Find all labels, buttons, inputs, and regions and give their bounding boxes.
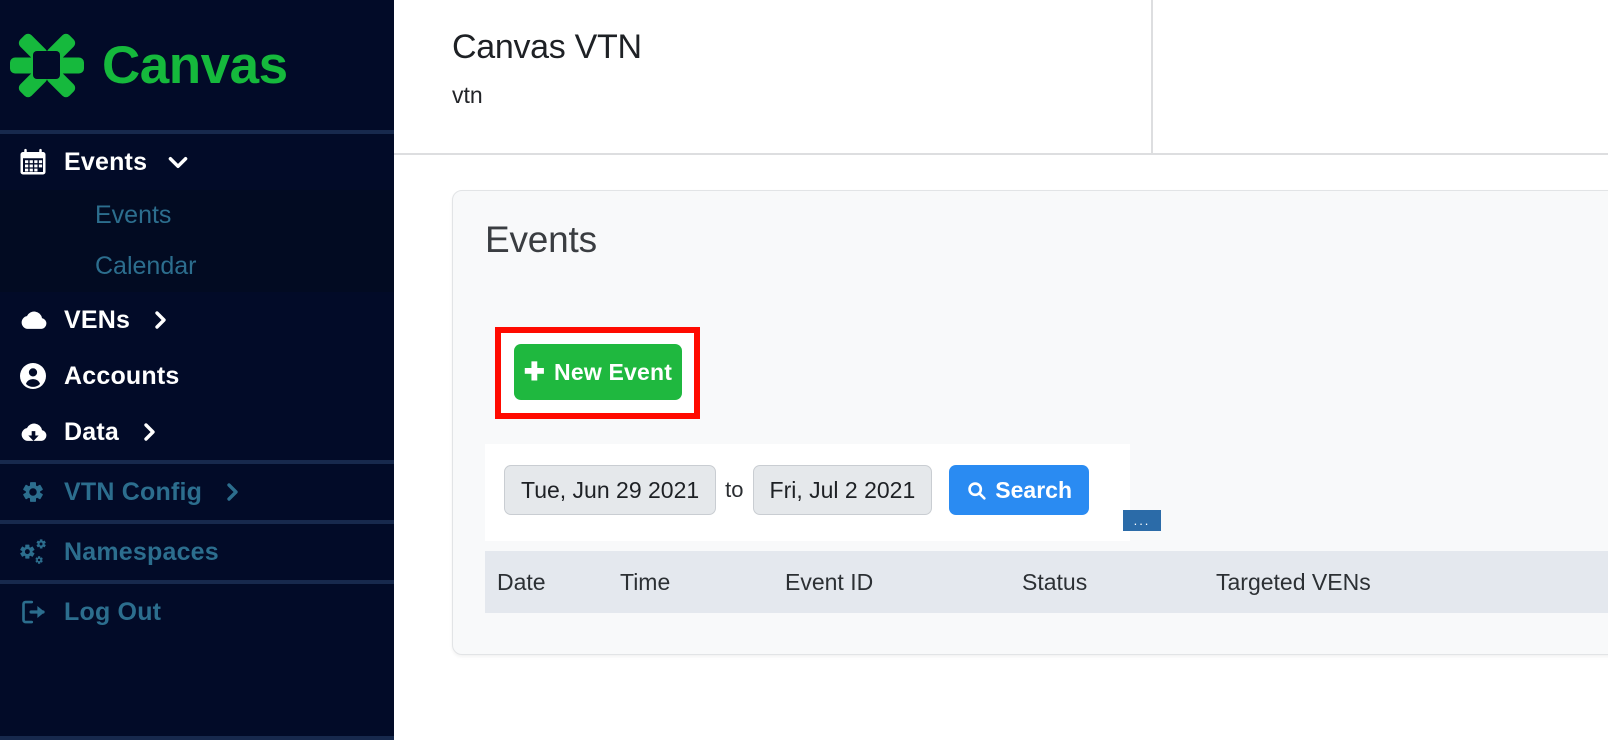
sidebar-item-label: Events — [64, 147, 148, 176]
events-card-title: Events — [485, 219, 597, 260]
column-header-time[interactable]: Time — [620, 569, 785, 596]
sidebar-separator-bottom — [0, 736, 394, 740]
column-header-targeted-vens[interactable]: Targeted VENs — [1216, 569, 1516, 596]
sidebar-item-events[interactable]: Events — [0, 134, 394, 190]
cloud-download-icon — [18, 417, 64, 448]
column-header-event-id[interactable]: Event ID — [785, 569, 1022, 596]
canvas-starburst-logo-icon — [6, 30, 88, 100]
user-circle-icon — [18, 361, 64, 391]
sidebar-item-label: VTN Config — [64, 477, 203, 506]
column-header-status[interactable]: Status — [1022, 569, 1216, 596]
events-card: Events ✚ New Event Tue, Jun 29 2021 to F… — [452, 190, 1608, 655]
new-event-button-label: New Event — [554, 358, 673, 385]
brand-name: Canvas — [102, 35, 288, 95]
sidebar-item-data[interactable]: Data — [0, 404, 394, 460]
plus-icon: ✚ — [523, 357, 546, 386]
sidebar-item-accounts[interactable]: Accounts — [0, 348, 394, 404]
app-root: Canvas Events Events Calendar VENs Accou… — [0, 0, 1608, 740]
sidebar-item-vens[interactable]: VENs — [0, 292, 394, 348]
events-table-body — [485, 613, 1608, 654]
page-title: Canvas VTN — [452, 28, 642, 66]
chevron-down-icon[interactable] — [165, 149, 191, 175]
events-table-header: Date Time Event ID Status Targeted VENs — [485, 551, 1608, 613]
header-vertical-divider — [1151, 0, 1153, 153]
sidebar-item-label: VENs — [64, 305, 131, 334]
page-header: Canvas VTN vtn — [394, 0, 1608, 155]
chevron-right-icon[interactable] — [137, 420, 161, 444]
sidebar-subitem-label: Calendar — [95, 252, 197, 280]
start-date-value: Tue, Jun 29 2021 — [521, 476, 700, 503]
search-button[interactable]: Search — [949, 465, 1089, 515]
search-button-label: Search — [995, 476, 1072, 503]
start-date-input[interactable]: Tue, Jun 29 2021 — [504, 465, 717, 515]
sidebar-subitem-calendar[interactable]: Calendar — [0, 241, 394, 292]
brand-header[interactable]: Canvas — [0, 0, 394, 130]
sidebar-item-vtn-config[interactable]: VTN Config — [0, 464, 394, 520]
logout-icon — [18, 597, 64, 627]
column-header-date[interactable]: Date — [485, 569, 620, 596]
sidebar: Canvas Events Events Calendar VENs Accou… — [0, 0, 394, 740]
page-subtitle: vtn — [452, 82, 483, 108]
sidebar-subnav-events: Events Calendar — [0, 190, 394, 292]
date-range-separator-label: to — [725, 477, 744, 502]
search-icon — [966, 480, 987, 501]
overflow-more-badge[interactable]: ... — [1123, 510, 1161, 531]
end-date-input[interactable]: Fri, Jul 2 2021 — [752, 465, 933, 515]
sidebar-item-label: Accounts — [64, 361, 180, 390]
sidebar-subitem-events[interactable]: Events — [0, 190, 394, 241]
events-filter-panel: Tue, Jun 29 2021 to Fri, Jul 2 2021 Sear… — [485, 444, 1161, 541]
sidebar-item-log-out[interactable]: Log Out — [0, 584, 394, 640]
sidebar-item-label: Log Out — [64, 597, 162, 626]
end-date-value: Fri, Jul 2 2021 — [769, 476, 916, 503]
new-event-button[interactable]: ✚ New Event — [514, 344, 682, 400]
gears-icon — [18, 536, 64, 568]
main-content: Canvas VTN vtn Events ✚ New Event Tue, J… — [394, 0, 1608, 740]
sidebar-item-namespaces[interactable]: Namespaces — [0, 524, 394, 580]
events-filter-row: Tue, Jun 29 2021 to Fri, Jul 2 2021 Sear… — [485, 444, 1130, 515]
cloud-icon — [18, 305, 64, 336]
chevron-right-icon[interactable] — [220, 480, 244, 504]
gear-icon — [18, 477, 64, 507]
chevron-right-icon[interactable] — [148, 308, 172, 332]
sidebar-item-label: Data — [64, 417, 119, 446]
sidebar-subitem-label: Events — [95, 201, 172, 229]
calendar-icon — [18, 147, 64, 177]
sidebar-item-label: Namespaces — [64, 537, 219, 566]
